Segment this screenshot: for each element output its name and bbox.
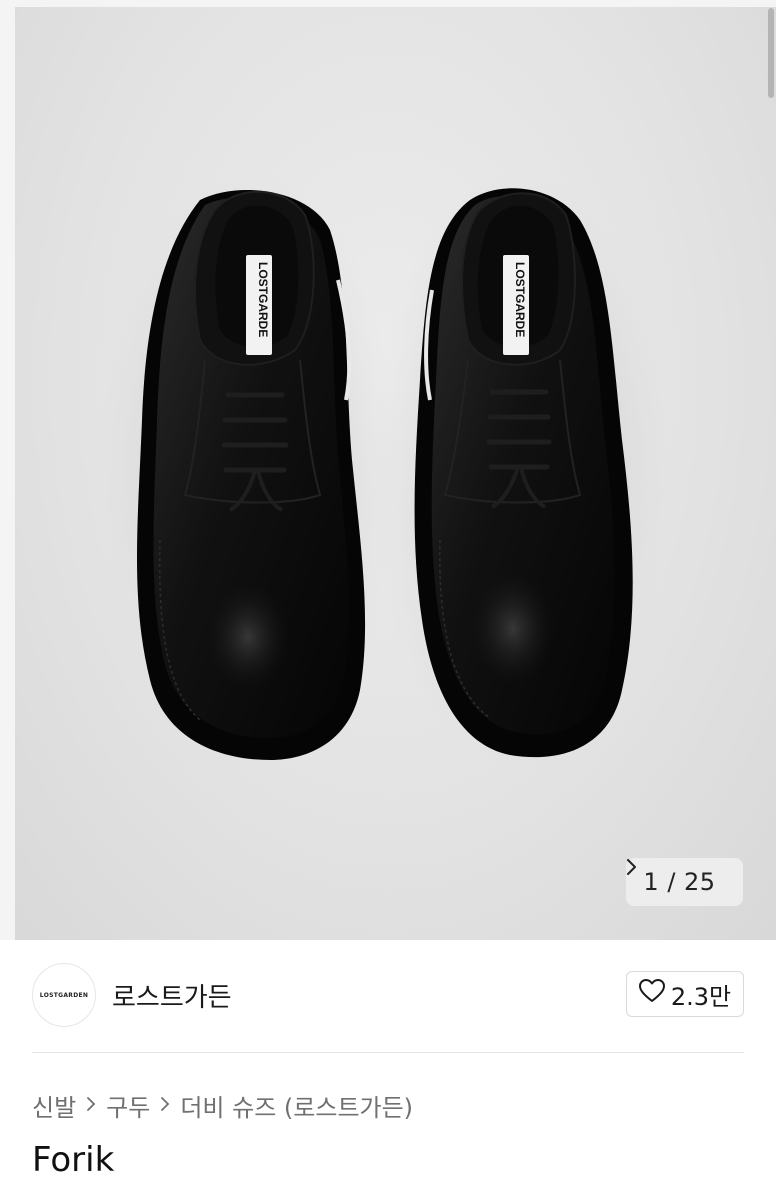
breadcrumb-item-derby[interactable]: 더비 슈즈 (로스트가든) — [180, 1088, 413, 1123]
brand-name[interactable]: 로스트가든 — [112, 977, 232, 1014]
tongue-label: LOSTGARDE — [256, 262, 270, 337]
divider — [32, 1052, 744, 1053]
left-shoe: LOSTGARDE — [137, 190, 366, 760]
breadcrumb-chevron-icon — [86, 1093, 96, 1118]
right-shoe: LOSTGARDE — [414, 188, 633, 758]
brand-logo[interactable]: LOSTGARDEN — [32, 963, 96, 1027]
tongue-label-right: LOSTGARDE — [513, 262, 527, 337]
shoes-image: LOSTGARDE LOSTGARDE — [100, 170, 670, 770]
product-image-gallery[interactable]: LOSTGARDE LOSTGARDE 1 / 25 — [0, 0, 776, 940]
product-page: LOSTGARDE LOSTGARDE 1 / 25 LOSTGARDEN 로스… — [0, 0, 776, 1200]
like-count: 2.3만 — [670, 982, 732, 1011]
breadcrumb-item-shoes[interactable]: 신발 — [32, 1088, 76, 1123]
breadcrumb-chevron-icon — [160, 1093, 170, 1118]
like-button[interactable]: 2.3만 — [626, 971, 744, 1017]
image-counter[interactable]: 1 / 25 — [626, 858, 743, 906]
page-scrollbar[interactable] — [768, 8, 774, 98]
brand-logo-text: LOSTGARDEN — [39, 991, 89, 999]
image-counter-text: 1 / 25 — [643, 868, 716, 896]
product-title: Forik — [32, 1140, 115, 1180]
heart-icon — [638, 979, 665, 1009]
brand-row: LOSTGARDEN 로스트가든 2.3만 — [32, 963, 744, 1031]
breadcrumb: 신발 구두 더비 슈즈 (로스트가든) — [32, 1088, 413, 1123]
breadcrumb-item-dress-shoes[interactable]: 구두 — [106, 1088, 150, 1123]
